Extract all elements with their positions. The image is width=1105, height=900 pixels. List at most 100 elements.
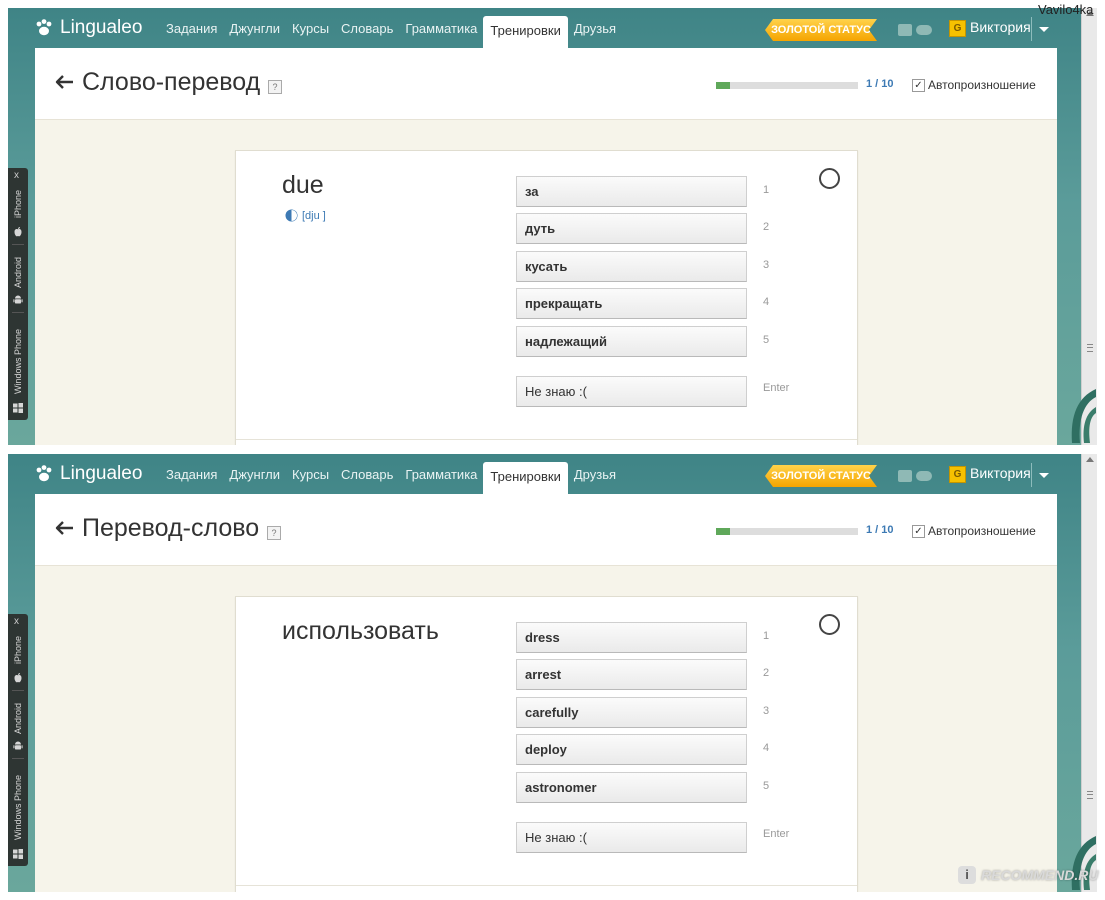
android-icon[interactable] <box>12 294 24 306</box>
windows-icon[interactable] <box>12 402 24 414</box>
nav-item-courses[interactable]: Курсы <box>286 8 335 48</box>
caret-down-icon[interactable] <box>1039 473 1049 478</box>
gold-account-icon: G <box>949 466 966 483</box>
dont-know-hotkey: Enter <box>763 828 790 840</box>
scroll-up-arrow[interactable] <box>1086 457 1094 462</box>
answer-option-1-hotkey: 1 <box>763 630 770 642</box>
card-footer-divider <box>236 439 857 440</box>
android-icon[interactable] <box>12 740 24 752</box>
logo-text: Lingualeo <box>60 17 143 38</box>
windows-icon[interactable] <box>12 848 24 860</box>
scroll-grip[interactable] <box>1087 791 1093 799</box>
logo[interactable]: Lingualeo <box>34 17 142 39</box>
user-divider <box>1031 17 1032 41</box>
answer-option-3[interactable]: кусать <box>516 251 747 282</box>
author-watermark: Vavilo4ka <box>1038 2 1094 17</box>
training-content: Перевод-слово ? 1 / 10 ✓ Автопроизношени… <box>35 494 1057 892</box>
gold-account-icon: G <box>949 20 966 37</box>
answer-option-1[interactable]: за <box>516 176 747 207</box>
nav-item-friends[interactable]: Друзья <box>568 8 622 48</box>
recommend-badge: i <box>958 866 976 884</box>
nav-item-dictionary[interactable]: Словарь <box>335 454 399 494</box>
progress-bar <box>716 82 858 89</box>
gold-status-button[interactable]: ЗОЛОТОЙ СТАТУС <box>765 19 877 41</box>
scrollbar[interactable] <box>1081 454 1097 892</box>
question-word: due <box>282 171 324 199</box>
nav-item-jungle[interactable]: Джунгли <box>223 8 286 48</box>
question-card: due [dju ] за 1 дуть 2 кусать 3 прекращать 4 над… <box>235 150 858 445</box>
apple-icon[interactable] <box>12 672 24 684</box>
training-header: Слово-перевод ? 1 / 10 ✓ Автопроизношени… <box>35 48 1057 120</box>
side-label-windows-phone[interactable]: Windows Phone <box>13 329 23 394</box>
top-navigation-bar: Lingualeo Задания Джунгли Курсы Словарь … <box>8 454 1081 494</box>
user-name[interactable]: Виктория <box>970 19 1031 35</box>
caret-down-icon[interactable] <box>1039 27 1049 32</box>
back-arrow-icon[interactable] <box>55 520 75 536</box>
answer-option-1-hotkey: 1 <box>763 184 770 196</box>
transcription: [dju ] <box>302 209 326 222</box>
logo[interactable]: Lingualeo <box>34 463 142 485</box>
progress-bar <box>716 528 858 535</box>
nav-item-courses[interactable]: Курсы <box>286 454 335 494</box>
answer-option-2-hotkey: 2 <box>763 221 770 233</box>
nav-item-trainings[interactable]: Тренировки <box>483 16 568 48</box>
paw-logo-icon <box>36 465 52 482</box>
side-tab-close[interactable]: x <box>14 616 19 627</box>
page-title: Перевод-слово <box>82 514 260 542</box>
answer-option-3-hotkey: 3 <box>763 259 770 271</box>
nav-item-jungle[interactable]: Джунгли <box>223 454 286 494</box>
nav-item-grammar[interactable]: Грамматика <box>399 8 483 48</box>
apple-icon[interactable] <box>12 226 24 238</box>
speaker-icon[interactable] <box>285 209 298 222</box>
mobile-apps-tab[interactable]: x iPhone Android Windows Phone <box>8 168 28 420</box>
dont-know-button[interactable]: Не знаю :( <box>516 822 747 853</box>
autoplay-checkbox[interactable]: ✓ <box>912 79 925 92</box>
answer-option-2[interactable]: дуть <box>516 213 747 244</box>
side-label-android[interactable]: Android <box>13 703 23 734</box>
back-arrow-icon[interactable] <box>55 74 75 90</box>
answer-option-4[interactable]: deploy <box>516 734 747 765</box>
answer-option-2[interactable]: arrest <box>516 659 747 690</box>
scrollbar[interactable] <box>1081 8 1097 445</box>
leaf-decoration <box>1071 389 1096 443</box>
nav-item-grammar[interactable]: Грамматика <box>399 454 483 494</box>
top-navigation-bar: Lingualeo Задания Джунгли Курсы Словарь … <box>8 8 1081 48</box>
nav-item-tasks[interactable]: Задания <box>160 8 223 48</box>
side-label-iphone[interactable]: iPhone <box>13 190 23 218</box>
answer-option-3[interactable]: carefully <box>516 697 747 728</box>
help-icon[interactable]: ? <box>267 526 281 540</box>
side-tab-close[interactable]: x <box>14 170 19 181</box>
answer-option-5-hotkey: 5 <box>763 334 770 346</box>
gold-status-button[interactable]: ЗОЛОТОЙ СТАТУС <box>765 465 877 487</box>
help-icon[interactable]: ? <box>268 80 282 94</box>
pronunciation[interactable]: [dju ] <box>285 209 326 222</box>
nav-item-friends[interactable]: Друзья <box>568 454 622 494</box>
user-name[interactable]: Виктория <box>970 465 1031 481</box>
answer-option-5[interactable]: astronomer <box>516 772 747 803</box>
side-label-windows-phone[interactable]: Windows Phone <box>13 775 23 840</box>
recommend-watermark: i RECOMMEND.RU <box>958 866 1098 884</box>
recommend-text: RECOMMEND.RU <box>981 867 1099 883</box>
nav-item-tasks[interactable]: Задания <box>160 454 223 494</box>
progress-counter: 1 / 10 <box>866 78 894 90</box>
logo-text: Lingualeo <box>60 463 143 484</box>
answer-option-4[interactable]: прекращать <box>516 288 747 319</box>
scroll-grip[interactable] <box>1087 344 1093 352</box>
gadgets-icon[interactable] <box>896 467 934 485</box>
timer-circle <box>819 168 840 189</box>
autoplay-checkbox[interactable]: ✓ <box>912 525 925 538</box>
training-content: Слово-перевод ? 1 / 10 ✓ Автопроизношени… <box>35 48 1057 445</box>
progress-fill <box>716 82 731 89</box>
side-label-iphone[interactable]: iPhone <box>13 636 23 664</box>
page-title: Слово-перевод <box>82 68 261 96</box>
nav-item-trainings[interactable]: Тренировки <box>483 462 568 494</box>
gadgets-icon[interactable] <box>896 21 934 39</box>
side-label-android[interactable]: Android <box>13 257 23 288</box>
answer-option-4-hotkey: 4 <box>763 296 770 308</box>
answer-option-5[interactable]: надлежащий <box>516 326 747 357</box>
answer-option-1[interactable]: dress <box>516 622 747 653</box>
training-screenshot-translation-word: Lingualeo Задания Джунгли Курсы Словарь … <box>8 454 1097 892</box>
mobile-apps-tab[interactable]: x iPhone Android Windows Phone <box>8 614 28 866</box>
dont-know-button[interactable]: Не знаю :( <box>516 376 747 407</box>
nav-item-dictionary[interactable]: Словарь <box>335 8 399 48</box>
